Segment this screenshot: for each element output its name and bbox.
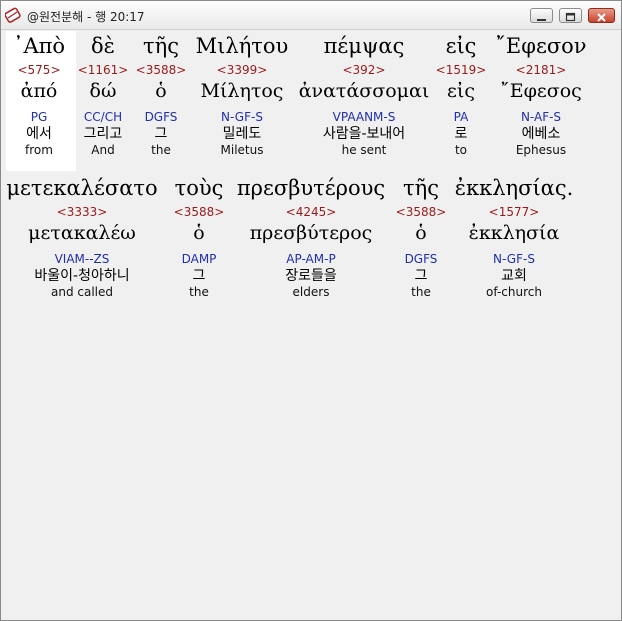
strong-number[interactable]: <392> (299, 63, 430, 77)
app-icon (4, 7, 21, 23)
greek-word: ἐκκλησίας. (454, 176, 574, 200)
minimize-icon (537, 19, 546, 21)
minimize-button[interactable] (530, 8, 553, 23)
lemma: Μίλητος (200, 80, 284, 102)
strong-number[interactable]: <3333> (6, 205, 157, 219)
morphology: PA (453, 110, 469, 124)
morphology: CC/CH (83, 110, 123, 124)
morphology: N-AF-S (520, 110, 562, 124)
lemma: ὁ (415, 222, 427, 244)
strong-number[interactable]: <3588> (136, 63, 187, 77)
title-bar[interactable]: @원전분해 - 행 20:17 (1, 1, 621, 30)
greek-word: μετεκαλέσατο (6, 176, 158, 200)
interlinear-pane[interactable]: ᾿Απὸ <575> ἀπό PG 에서 from δὲ <1161> δώ C… (6, 31, 618, 617)
greek-word: τῆς (403, 176, 439, 200)
maximize-button[interactable] (559, 8, 582, 23)
strong-number[interactable]: <4245> (237, 205, 385, 219)
greek-word: τοὺς (174, 176, 224, 200)
english-gloss: the (411, 285, 431, 299)
morphology: DGFS (144, 110, 178, 124)
strong-number[interactable]: <575> (13, 63, 65, 77)
english-gloss: he sent (341, 143, 387, 157)
close-button[interactable] (588, 8, 615, 23)
english-gloss: and called (50, 285, 114, 299)
korean-gloss: 에베소 (521, 126, 561, 142)
english-gloss: Ephesus (515, 143, 567, 157)
lemma: ῎Εφεσος (500, 80, 582, 102)
word-column[interactable]: πέμψας <392> ἀνατάσσομαι VPAANM-S 사람을-보내… (299, 31, 430, 157)
window-title: @원전분해 - 행 20:17 (27, 10, 145, 24)
strong-number[interactable]: <2181> (495, 63, 586, 77)
word-column[interactable]: ἐκκλησίας. <1577> ἐκκλησία N-GF-S 교회 of-… (455, 173, 574, 299)
lemma: εἰς (447, 80, 475, 102)
morphology: VPAANM-S (332, 110, 396, 124)
word-column[interactable]: μετεκαλέσατο <3333> μετακαλέω VIAM--ZS 바… (6, 173, 157, 299)
english-gloss: to (454, 143, 468, 157)
english-gloss: the (151, 143, 171, 157)
english-gloss: the (189, 285, 209, 299)
word-column[interactable]: ῎Εφεσον <2181> ῎Εφεσος N-AF-S 에베소 Ephesu… (495, 31, 586, 157)
morphology: N-GF-S (493, 252, 535, 266)
greek-word: ῎Εφεσον (495, 34, 587, 58)
word-column[interactable]: πρεσβυτέρους <4245> πρεσβύτερος AP-AM-P … (237, 173, 385, 299)
korean-gloss: 사람을-보내어 (322, 126, 406, 142)
korean-gloss: 장로들을 (285, 268, 337, 284)
english-gloss: of-church (486, 285, 542, 299)
korean-gloss: 그 (154, 126, 168, 142)
lemma: δώ (89, 80, 117, 102)
greek-word: τῆς (143, 34, 179, 58)
korean-gloss: 그리고 (83, 126, 123, 142)
greek-word: ᾿Απὸ (12, 34, 66, 58)
strong-number[interactable]: <1577> (455, 205, 574, 219)
korean-gloss: 로 (454, 126, 468, 142)
korean-gloss: 에서 (26, 126, 52, 142)
korean-gloss: 그 (414, 268, 428, 284)
morphology: DAMP (181, 252, 217, 266)
lemma: ὁ (193, 222, 205, 244)
word-column[interactable]: τοὺς <3588> ὁ DAMP 그 the (174, 173, 225, 299)
lemma: ἀνατάσσομαι (298, 80, 430, 102)
morphology: AP-AM-P (286, 252, 336, 266)
english-gloss: from (25, 143, 53, 157)
lemma: ὁ (155, 80, 167, 102)
strong-number[interactable]: <3588> (174, 205, 225, 219)
greek-word: πέμψας (323, 34, 405, 58)
word-column[interactable]: εἰς <1519> εἰς PA 로 to (436, 31, 487, 157)
app-window: @원전분해 - 행 20:17 ᾿Απὸ <575> ἀπό PG 에서 fro… (0, 0, 622, 621)
word-column[interactable]: Μιλήτου <3399> Μίλητος N-GF-S 밀레도 Miletu… (196, 31, 289, 157)
greek-word: πρεσβυτέρους (236, 176, 386, 200)
korean-gloss: 그 (192, 268, 206, 284)
maximize-icon (565, 12, 576, 22)
word-column[interactable]: ᾿Απὸ <575> ἀπό PG 에서 from (13, 31, 65, 157)
strong-number[interactable]: <1519> (436, 63, 487, 77)
close-icon (597, 13, 606, 22)
korean-gloss: 바울이-청아하니 (34, 268, 130, 284)
english-gloss: elders (292, 285, 330, 299)
morphology: N-GF-S (221, 110, 263, 124)
korean-gloss: 밀레도 (222, 126, 262, 142)
greek-word: δὲ (91, 34, 115, 58)
strong-number[interactable]: <3588> (396, 205, 447, 219)
morphology: VIAM--ZS (54, 252, 110, 266)
greek-word: Μιλήτου (195, 34, 289, 58)
lemma: μετακαλέω (28, 222, 136, 244)
greek-word: εἰς (445, 34, 477, 58)
strong-number[interactable]: <3399> (196, 63, 289, 77)
morphology: DGFS (404, 252, 438, 266)
word-column[interactable]: δὲ <1161> δώ CC/CH 그리고 And (78, 31, 129, 157)
lemma: ἀπό (20, 80, 58, 102)
korean-gloss: 교회 (501, 268, 527, 284)
word-column[interactable]: τῆς <3588> ὁ DGFS 그 the (396, 173, 447, 299)
morphology: PG (30, 110, 48, 124)
word-column[interactable]: τῆς <3588> ὁ DGFS 그 the (136, 31, 187, 157)
strong-number[interactable]: <1161> (78, 63, 129, 77)
english-gloss: And (91, 143, 115, 157)
lemma: πρεσβύτερος (249, 222, 373, 244)
lemma: ἐκκλησία (468, 222, 560, 244)
english-gloss: Miletus (220, 143, 264, 157)
